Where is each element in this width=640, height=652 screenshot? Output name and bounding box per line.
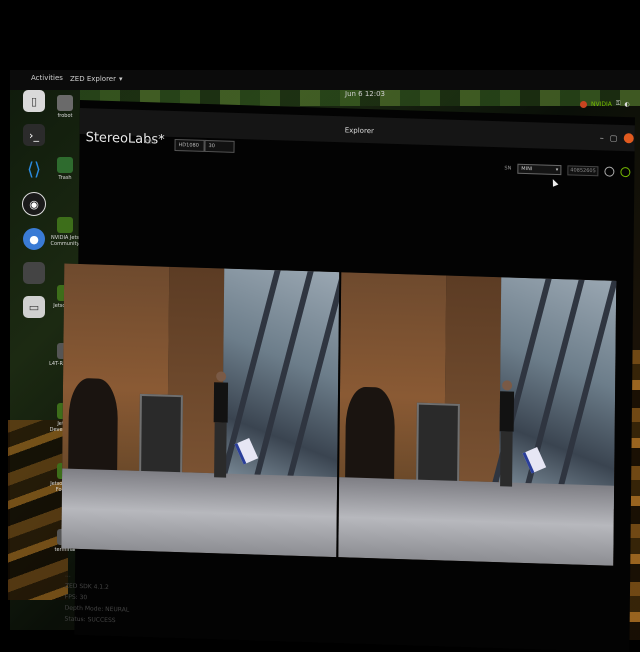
obs-icon[interactable]: ◉ (22, 192, 46, 216)
launcher-label: frobot (57, 113, 73, 119)
system-tray[interactable]: NVIDIA ⚿ ◐ (580, 100, 630, 108)
app-menu-label: ZED Explorer (70, 75, 116, 83)
vscode-icon[interactable]: ⟨⟩ (23, 158, 45, 180)
minimize-icon[interactable]: – (600, 133, 604, 142)
files-icon[interactable]: ▯ (23, 90, 45, 112)
camera-mode-select[interactable]: MINI ▾ (517, 163, 562, 176)
nvidia-tray-label[interactable]: NVIDIA (591, 101, 612, 108)
camera-mode-value: MINI (521, 165, 533, 173)
scene-arch (344, 386, 396, 488)
top-panel: Activities ZED Explorer ▾ Jun 6 12:03 NV… (10, 70, 640, 108)
maximize-icon[interactable]: ▢ (610, 133, 618, 142)
scene-person (213, 370, 229, 481)
status-panel: ... ZED SDK 4.1.2 FPS: 30 Depth Mode: NE… (65, 570, 130, 627)
scene-floor (61, 468, 338, 558)
fps-select[interactable]: 30 (204, 139, 235, 153)
scene-arch (67, 377, 119, 479)
launcher-label: NVIDIA Jets Community (50, 235, 80, 247)
terminal-icon[interactable]: ›_ (23, 124, 45, 146)
launcher-label: Trash (58, 175, 72, 181)
network-icon[interactable]: ⚿ (616, 100, 621, 108)
folder-icon (57, 95, 73, 111)
activities-button[interactable]: Activities (31, 74, 63, 82)
launcher-frobot[interactable]: frobot (47, 95, 83, 119)
nvidia-icon (57, 217, 73, 233)
chevron-down-icon: ▾ (118, 75, 123, 83)
serial-field[interactable]: 40852605 (567, 165, 599, 177)
scene-floor (338, 477, 615, 566)
app-menu[interactable]: ZED Explorer ▾ (70, 75, 123, 83)
dock: ▯ ›_ ⟨⟩ ◉ ● ▭ (18, 90, 50, 390)
refresh-icon[interactable] (604, 166, 615, 177)
clock[interactable]: Jun 6 12:03 (345, 90, 385, 98)
chevron-down-icon: ▾ (555, 166, 559, 174)
brand-subtitle: ZED (144, 139, 156, 146)
settings-gear-icon[interactable] (620, 166, 631, 178)
trash-icon (57, 157, 73, 173)
right-camera-view[interactable] (338, 272, 617, 566)
zed-explorer-window: Explorer – ▢ StereoLabs* ZED HD1080 30 S… (61, 100, 635, 652)
launcher-trash[interactable]: Trash (47, 157, 83, 181)
window-title: Explorer (344, 126, 374, 136)
stereo-video-view[interactable] (61, 263, 617, 566)
mouse-cursor-icon (550, 178, 559, 187)
chromium-icon[interactable]: ● (23, 228, 45, 250)
sound-icon[interactable]: ◐ (624, 101, 629, 108)
scene-person (499, 379, 514, 490)
orange-status-icon[interactable] (580, 100, 587, 108)
close-icon[interactable] (623, 133, 634, 144)
right-toolbar: SN MINI ▾ 40852605 (504, 163, 631, 178)
status-line: Status: SUCCESS (64, 615, 116, 625)
resolution-select[interactable]: HD1080 (174, 138, 205, 152)
window-controls: – ▢ (600, 132, 634, 144)
left-camera-view[interactable] (61, 263, 340, 558)
wallpaper-foliage-left (8, 420, 68, 600)
drive-icon[interactable]: ▭ (23, 296, 45, 318)
blank-app-icon[interactable] (23, 262, 45, 284)
mode-label: SN (504, 165, 512, 172)
